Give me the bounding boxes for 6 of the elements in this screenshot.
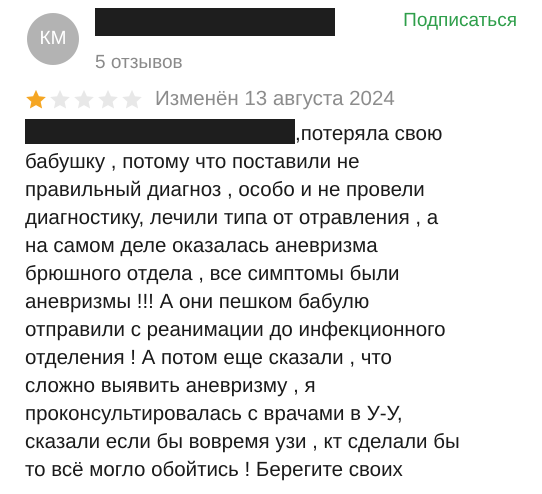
subscribe-link[interactable]: Подписаться	[403, 10, 517, 32]
star-icon	[25, 88, 47, 110]
review-count: 5 отзывов	[95, 52, 184, 74]
review-date: Изменён 13 августа 2024	[155, 86, 395, 112]
review-text: ,потеряла свою бабушку , потому что поставили не правильный диагноз , особо и не провели диагностику, лечили типа от отравления , а на самом деле оказалась аневризма брюшного отдела , все симптомы были аневризмы !!! А они пешком бабулю отправили с реанимации до инфекционного отделения ! А потом еще сказали , что сложно выявить аневризму , я проконсультировалась с врачами в У-У, сказали если бы вовремя узи , кт сделали бы то всё могло обойтись ! Берегите своих	[25, 118, 517, 484]
avatar: КМ	[27, 13, 79, 65]
